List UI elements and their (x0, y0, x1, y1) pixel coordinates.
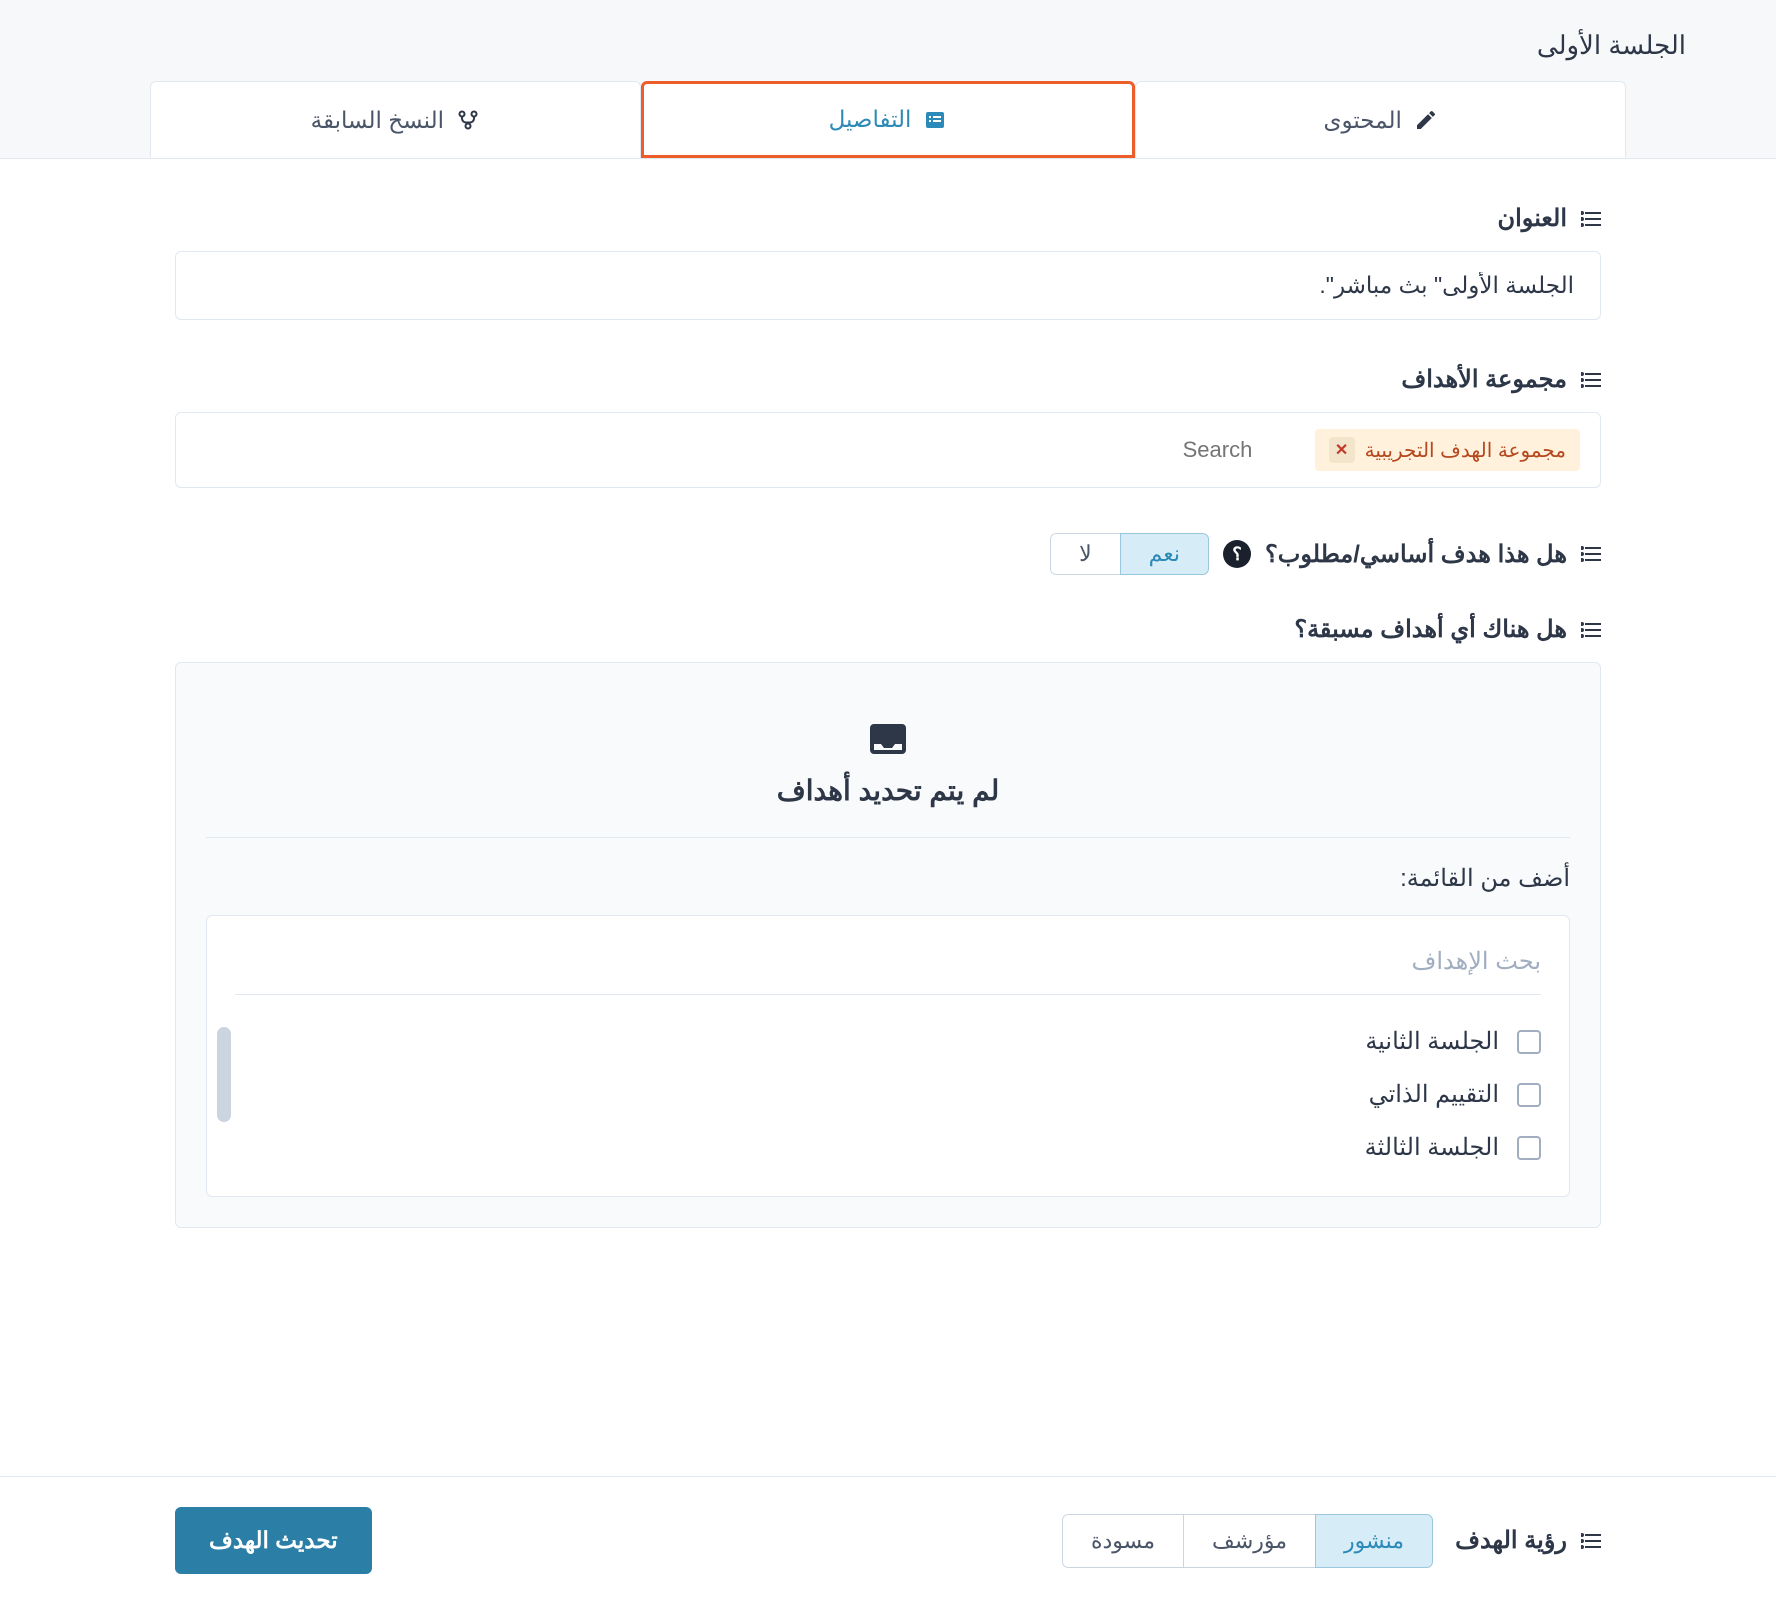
goal-item-label: الجلسة الثالثة (1365, 1133, 1499, 1162)
menu-icon (1581, 622, 1601, 638)
group-search-input[interactable] (1183, 437, 1303, 463)
footer: رؤية الهدف منشور مؤرشف مسودة تحديث الهدف (0, 1476, 1776, 1604)
group-chip: مجموعة الهدف التجريبية ✕ (1315, 429, 1580, 471)
prereq-panel: لم يتم تحديد أهداف أضف من القائمة: الجلس… (175, 662, 1601, 1228)
goal-item[interactable]: الجلسة الثانية (235, 1015, 1541, 1068)
menu-icon (1581, 546, 1601, 562)
goal-item-label: الجلسة الثانية (1365, 1027, 1499, 1056)
checkbox[interactable] (1517, 1136, 1541, 1160)
visibility-label: رؤية الهدف (1455, 1526, 1601, 1555)
pen-icon (1414, 108, 1438, 132)
add-from-list-label: أضف من القائمة: (206, 864, 1570, 893)
chip-remove-icon[interactable]: ✕ (1329, 437, 1355, 463)
goal-list-box: الجلسة الثانية التقييم الذاتي الجلسة الث… (206, 915, 1570, 1197)
visibility-published-button[interactable]: منشور (1315, 1514, 1433, 1568)
update-goal-button[interactable]: تحديث الهدف (175, 1507, 372, 1574)
group-field[interactable]: مجموعة الهدف التجريبية ✕ (175, 412, 1601, 488)
goal-item-label: التقييم الذاتي (1369, 1080, 1499, 1109)
tab-details-label: التفاصيل (829, 106, 912, 133)
empty-state-text: لم يتم تحديد أهداف (206, 774, 1570, 807)
title-input[interactable] (175, 251, 1601, 320)
core-label: هل هذا هدف أساسي/مطلوب؟ (1265, 540, 1567, 569)
menu-icon (1581, 211, 1601, 227)
checkbox[interactable] (1517, 1083, 1541, 1107)
branch-icon (456, 108, 480, 132)
tab-content[interactable]: المحتوى (1135, 81, 1626, 158)
menu-icon (1581, 1533, 1601, 1549)
title-label: العنوان (175, 204, 1601, 233)
list-icon (923, 108, 947, 132)
core-no-button[interactable]: لا (1050, 533, 1120, 575)
inbox-icon (206, 718, 1570, 760)
scrollbar[interactable] (217, 1027, 231, 1122)
goal-item[interactable]: التقييم الذاتي (235, 1068, 1541, 1121)
menu-icon (1581, 372, 1601, 388)
goal-search-input[interactable] (235, 938, 1541, 995)
tab-versions[interactable]: النسخ السابقة (150, 81, 641, 158)
group-label: مجموعة الأهداف (175, 365, 1601, 394)
tab-versions-label: النسخ السابقة (311, 107, 444, 134)
visibility-segments: منشور مؤرشف مسودة (1062, 1514, 1433, 1568)
visibility-archived-button[interactable]: مؤرشف (1183, 1514, 1315, 1568)
prereq-label: هل هناك أي أهداف مسبقة؟ (175, 615, 1601, 644)
goal-item[interactable]: الجلسة الثالثة (235, 1121, 1541, 1174)
help-icon[interactable]: ؟ (1223, 540, 1251, 568)
checkbox[interactable] (1517, 1030, 1541, 1054)
tab-content-label: المحتوى (1323, 107, 1401, 134)
visibility-draft-button[interactable]: مسودة (1062, 1514, 1183, 1568)
core-toggle: نعم لا (1050, 533, 1209, 575)
core-yes-button[interactable]: نعم (1120, 533, 1209, 575)
page-title: الجلسة الأولى (90, 30, 1686, 61)
tab-details[interactable]: التفاصيل (641, 81, 1136, 158)
tabs: المحتوى التفاصيل النسخ السابقة (150, 81, 1626, 158)
